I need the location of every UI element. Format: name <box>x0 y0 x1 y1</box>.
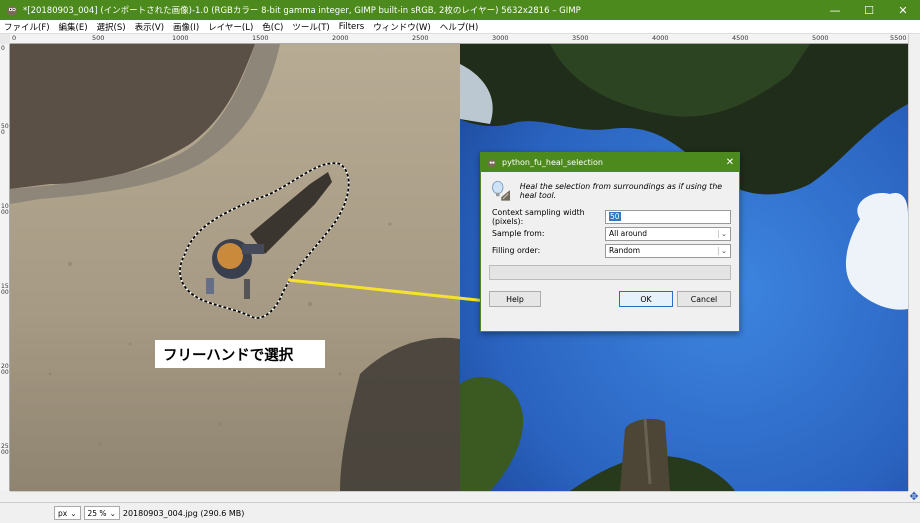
sample-from-row: Sample from: All around ⌄ <box>481 225 739 242</box>
zoom-select[interactable]: 25 % ⌄ <box>83 506 120 520</box>
chevron-down-icon: ⌄ <box>718 229 727 238</box>
dialog-description-row: Heal the selection from surroundings as … <box>481 172 739 208</box>
ruler-label: 1000 <box>172 34 189 42</box>
ruler-label: 3500 <box>572 34 589 42</box>
vertical-ruler[interactable]: 0 500 1000 1500 2000 2500 <box>0 44 10 491</box>
cancel-button[interactable]: Cancel <box>677 291 731 307</box>
ruler-label: 1500 <box>252 34 269 42</box>
horizontal-scrollbar[interactable] <box>10 491 908 502</box>
ruler-label: 3000 <box>492 34 509 42</box>
ruler-label: 1500 <box>1 283 9 296</box>
sample-from-select[interactable]: All around ⌄ <box>605 226 731 241</box>
menu-select[interactable]: 選択(S) <box>97 21 126 33</box>
menu-help[interactable]: ヘルプ(H) <box>440 21 479 33</box>
context-width-row: Context sampling width (pixels): 50 <box>481 207 739 226</box>
unit-select[interactable]: px ⌄ <box>54 506 81 520</box>
horizontal-ruler[interactable]: 0 500 1000 1500 2000 2500 3000 3500 4000… <box>10 34 908 44</box>
ruler-label: 1000 <box>1 203 9 216</box>
title-bar: *[20180903_004] (インポートされた画像)-1.0 (RGBカラー… <box>0 0 920 20</box>
menu-edit[interactable]: 編集(E) <box>59 21 88 33</box>
filling-order-row: Filling order: Random ⌄ <box>481 242 739 259</box>
ruler-label: 2000 <box>332 34 349 42</box>
dialog-close-button[interactable]: ✕ <box>721 157 739 168</box>
dialog-title-bar: python_fu_heal_selection ✕ <box>481 153 739 172</box>
chevron-down-icon: ⌄ <box>70 508 77 518</box>
ruler-label: 4500 <box>732 34 749 42</box>
dialog-description: Heal the selection from surroundings as … <box>519 182 723 200</box>
help-button[interactable]: Help <box>489 291 541 307</box>
zoom-value: 25 % <box>87 508 107 518</box>
ruler-label: 2000 <box>1 363 9 376</box>
progress-bar <box>489 265 731 280</box>
menu-windows[interactable]: ウィンドウ(W) <box>373 21 431 33</box>
close-button[interactable]: ✕ <box>886 0 920 20</box>
ruler-label: 0 <box>12 34 17 42</box>
menu-image[interactable]: 画像(I) <box>173 21 199 33</box>
image-canvas[interactable]: フリーハンドで選択 <box>10 44 908 491</box>
window-title: *[20180903_004] (インポートされた画像)-1.0 (RGBカラー… <box>23 6 581 16</box>
ruler-label: 4000 <box>652 34 669 42</box>
ruler-label: 0 <box>1 45 5 52</box>
maximize-button[interactable]: ☐ <box>852 0 886 20</box>
menu-view[interactable]: 表示(V) <box>135 21 164 33</box>
menu-bar: ファイル(F) 編集(E) 選択(S) 表示(V) 画像(I) レイヤー(L) … <box>0 20 920 34</box>
ruler-label: 500 <box>92 34 105 42</box>
vertical-scrollbar[interactable] <box>908 34 920 491</box>
minimize-button[interactable]: — <box>818 0 852 20</box>
menu-layer[interactable]: レイヤー(L) <box>208 21 253 33</box>
photo-illustration <box>10 44 908 491</box>
context-width-value: 50 <box>609 212 621 221</box>
dialog-title: python_fu_heal_selection <box>502 158 603 167</box>
ok-button[interactable]: OK <box>619 291 673 307</box>
navigate-icon[interactable]: ✥ <box>908 491 920 502</box>
context-width-label: Context sampling width (pixels): <box>492 207 585 226</box>
menu-tools[interactable]: ツール(T) <box>292 21 329 33</box>
filling-order-select[interactable]: Random ⌄ <box>605 243 731 258</box>
ruler-label: 5000 <box>812 34 829 42</box>
menu-file[interactable]: ファイル(F) <box>4 21 50 33</box>
heal-selection-dialog: python_fu_heal_selection ✕ Heal the sele… <box>480 152 740 332</box>
heal-tool-icon <box>492 180 511 201</box>
dialog-button-row: Help OK Cancel <box>481 280 739 310</box>
ruler-corner[interactable] <box>0 34 10 44</box>
gimp-icon <box>488 159 496 167</box>
unit-value: px <box>58 508 68 518</box>
chevron-down-icon: ⌄ <box>718 246 727 255</box>
gimp-icon <box>7 6 17 16</box>
annotation-label: フリーハンドで選択 <box>155 340 325 368</box>
chevron-down-icon: ⌄ <box>109 508 116 518</box>
ruler-label: 5500 <box>890 34 907 42</box>
menu-filters[interactable]: Filters <box>339 22 364 32</box>
menu-colors[interactable]: 色(C) <box>262 21 283 33</box>
status-bar: px ⌄ 25 % ⌄ 20180903_004.jpg (290.6 MB) <box>0 502 920 523</box>
ruler-label: 2500 <box>1 443 9 456</box>
context-width-input[interactable]: 50 <box>605 209 731 224</box>
filling-order-label: Filling order: <box>492 246 541 255</box>
ruler-label: 2500 <box>412 34 429 42</box>
file-info: 20180903_004.jpg (290.6 MB) <box>122 508 245 518</box>
ruler-label: 500 <box>1 123 9 136</box>
quick-mask-toggle[interactable] <box>0 491 10 502</box>
sample-from-value: All around <box>609 229 648 238</box>
filling-order-value: Random <box>609 246 641 255</box>
sample-from-label: Sample from: <box>492 229 545 238</box>
